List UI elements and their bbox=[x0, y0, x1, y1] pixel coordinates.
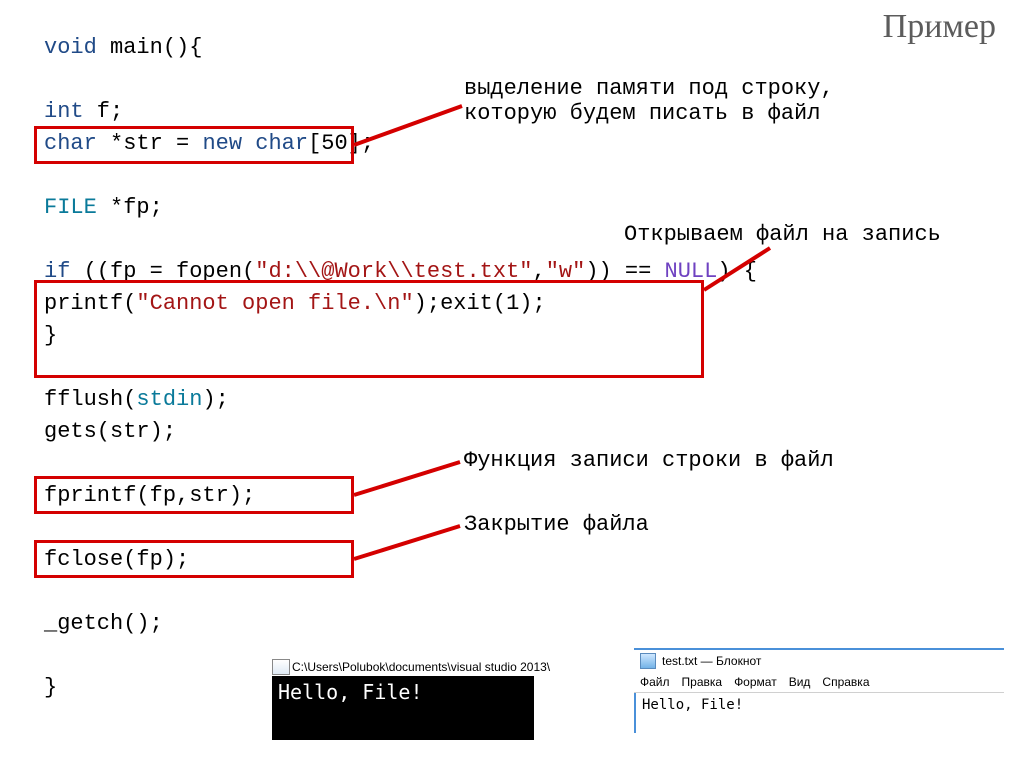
menu-edit[interactable]: Правка bbox=[682, 675, 723, 689]
code-text: gets(str); bbox=[44, 419, 176, 444]
annotation-close: Закрытие файла bbox=[464, 512, 649, 537]
kw-file: FILE bbox=[44, 195, 97, 220]
notepad-menu: Файл Правка Формат Вид Справка bbox=[634, 672, 1004, 693]
notepad-window: test.txt — Блокнот Файл Правка Формат Ви… bbox=[634, 648, 1004, 733]
code-text: ) { bbox=[717, 259, 757, 284]
menu-view[interactable]: Вид bbox=[789, 675, 811, 689]
highlight-box-fprintf bbox=[34, 476, 354, 514]
code-text: main(){ bbox=[97, 35, 203, 60]
menu-help[interactable]: Справка bbox=[822, 675, 869, 689]
console-icon bbox=[272, 659, 290, 675]
notepad-content[interactable]: Hello, File! bbox=[634, 693, 1004, 733]
kw-stdin: stdin bbox=[136, 387, 202, 412]
code-text: _getch(); bbox=[44, 611, 163, 636]
highlight-box-fclose bbox=[34, 540, 354, 578]
notepad-icon bbox=[640, 653, 656, 669]
code-text: *fp; bbox=[97, 195, 163, 220]
slide-title: Пример bbox=[883, 8, 996, 46]
console-title: C:\Users\Polubok\documents\visual studio… bbox=[292, 660, 550, 674]
code-text: f; bbox=[84, 99, 124, 124]
console-window: Hello, File! bbox=[272, 676, 534, 740]
kw-int: int bbox=[44, 99, 84, 124]
annotation-memory: выделение памяти под строку, которую буд… bbox=[464, 76, 834, 126]
highlight-box-alloc bbox=[34, 126, 354, 164]
highlight-box-fopen bbox=[34, 280, 704, 378]
notepad-titlebar: test.txt — Блокнот bbox=[634, 650, 1004, 672]
kw-void: void bbox=[44, 35, 97, 60]
console-text: Hello, File! bbox=[278, 680, 423, 704]
annotation-open: Открываем файл на запись bbox=[624, 222, 941, 247]
code-text: } bbox=[44, 675, 57, 700]
code-text: fflush( bbox=[44, 387, 136, 412]
menu-file[interactable]: Файл bbox=[640, 675, 670, 689]
menu-format[interactable]: Формат bbox=[734, 675, 777, 689]
annotation-write: Функция записи строки в файл bbox=[464, 448, 834, 473]
code-text: ); bbox=[202, 387, 228, 412]
notepad-title-text: test.txt — Блокнот bbox=[662, 654, 761, 668]
